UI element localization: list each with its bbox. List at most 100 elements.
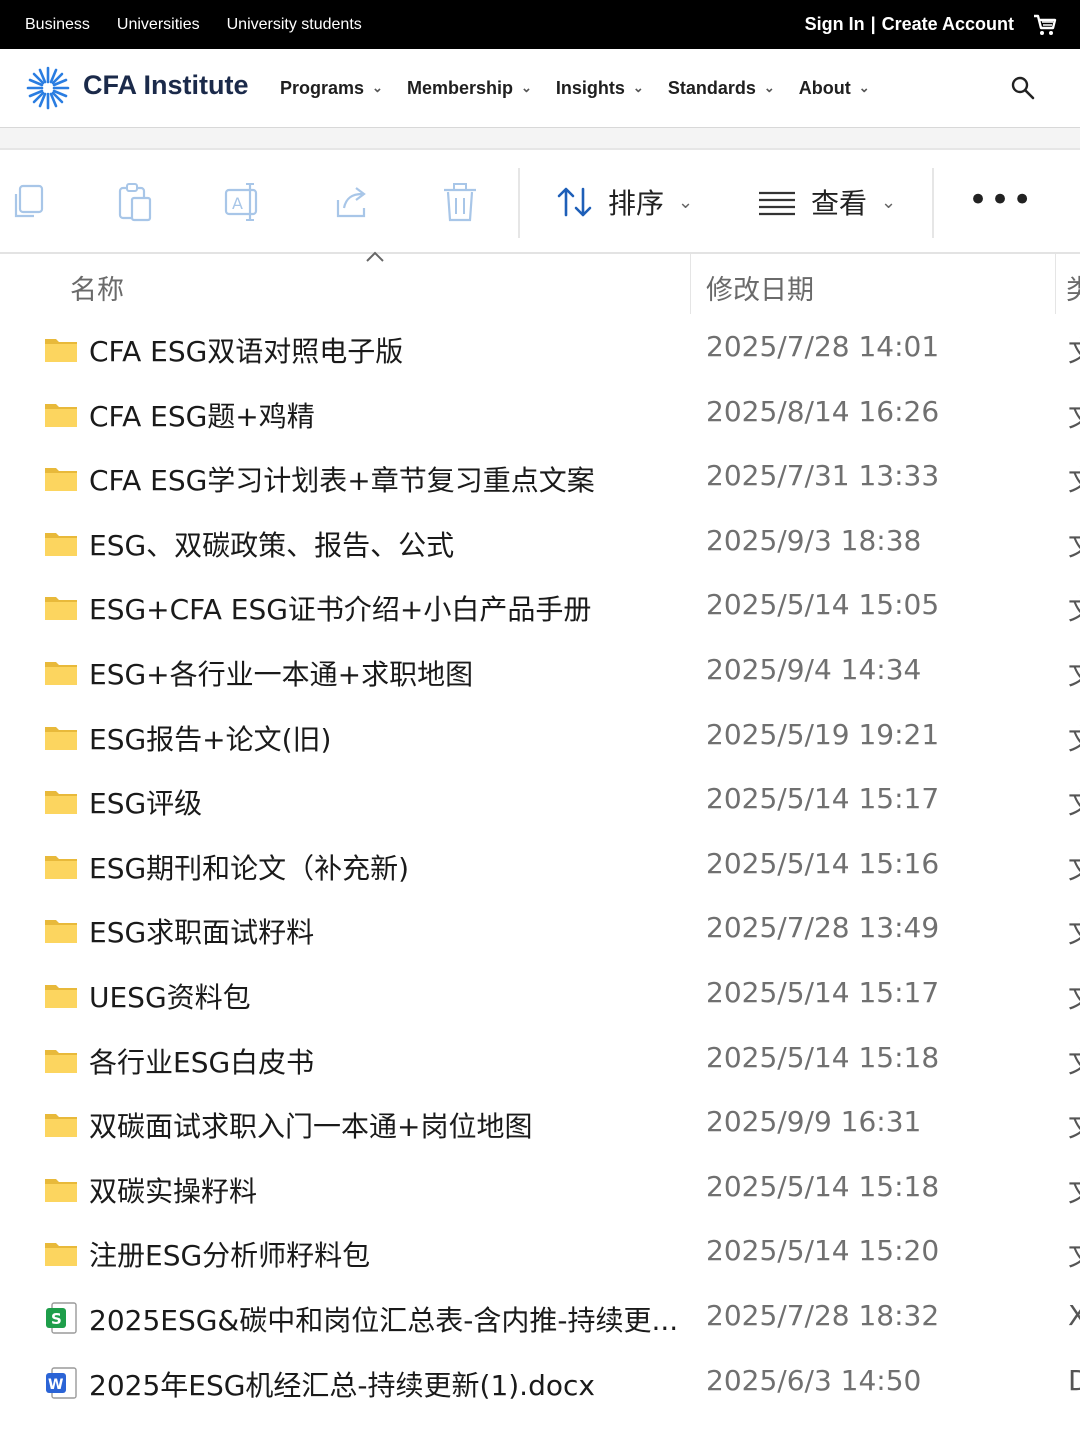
sort-button[interactable]: 排序 ⌄: [556, 178, 693, 226]
brand-name[interactable]: CFA Institute: [83, 70, 249, 101]
column-header-modified[interactable]: 修改日期: [706, 268, 814, 307]
column-header-type[interactable]: 类: [1066, 268, 1080, 307]
file-name: ESG评级: [89, 787, 203, 821]
explorer-toolbar: A 排序 ⌄ 查看 ⌄ •••: [0, 150, 1080, 254]
file-modified-date: 2025/5/14 15:18: [706, 1169, 940, 1203]
file-name: 各行业ESG白皮书: [89, 1045, 315, 1079]
sign-in-link[interactable]: Sign In: [805, 14, 865, 35]
chevron-down-icon: ⌄: [372, 80, 383, 95]
delete-icon[interactable]: [438, 180, 482, 224]
file-name: ESG报告+论文(旧): [89, 722, 332, 756]
file-type: 文: [1068, 1234, 1080, 1274]
file-row[interactable]: ESG+CFA ESG证书介绍+小白产品手册 2025/5/14 15:05 文: [0, 576, 1080, 641]
column-divider[interactable]: [1055, 254, 1056, 314]
file-name: ESG求职面试籽料: [89, 916, 315, 950]
file-row[interactable]: 双碳面试求职入门一本通+岗位地图 2025/9/9 16:31 文: [0, 1093, 1080, 1158]
file-modified-date: 2025/7/31 13:33: [706, 459, 940, 493]
file-name: UESG资料包: [89, 980, 251, 1014]
cart-icon[interactable]: [1032, 12, 1058, 38]
file-type: D: [1068, 1363, 1080, 1397]
menu-insights[interactable]: Insights ⌄: [556, 78, 644, 99]
chevron-down-icon: ⌄: [881, 191, 897, 213]
file-row[interactable]: ESG+各行业一本通+求职地图 2025/9/4 14:34 文: [0, 641, 1080, 706]
file-name: 双碳面试求职入门一本通+岗位地图: [89, 1110, 533, 1144]
menu-about[interactable]: About ⌄: [799, 78, 870, 99]
rename-icon[interactable]: A: [222, 180, 266, 224]
audience-nav: Business Universities University student…: [25, 0, 362, 49]
chevron-down-icon: ⌄: [520, 80, 532, 95]
header-divider: [0, 128, 1080, 150]
file-row[interactable]: CFA ESG学习计划表+章节复习重点文案 2025/7/31 13:33 文: [0, 447, 1080, 512]
file-row[interactable]: CFA ESG题+鸡精 2025/8/14 16:26 文: [0, 383, 1080, 448]
column-header-name[interactable]: 名称: [70, 268, 124, 307]
file-type: 文: [1068, 330, 1080, 370]
file-type: 文: [1068, 524, 1080, 564]
search-icon[interactable]: [1010, 75, 1036, 101]
chevron-down-icon: ⌄: [858, 80, 870, 95]
file-name: 2025ESG&碳中和岗位汇总表-含内推-持续更...: [89, 1303, 679, 1337]
view-list-icon: [759, 191, 795, 216]
account-nav: Sign In | Create Account: [805, 0, 1058, 49]
copy-icon[interactable]: [6, 180, 50, 224]
file-type: 文: [1068, 1105, 1080, 1145]
folder-icon: [45, 468, 77, 492]
file-row[interactable]: S 2025ESG&碳中和岗位汇总表-含内推-持续更... 2025/7/28 18…: [0, 1287, 1080, 1352]
sort-icon: [557, 187, 592, 217]
paste-icon[interactable]: [114, 180, 158, 224]
menu-programs[interactable]: Programs ⌄: [280, 78, 383, 99]
menu-membership[interactable]: Membership ⌄: [407, 78, 532, 99]
nav-link-university-students[interactable]: University students: [227, 16, 362, 34]
svg-text:A: A: [232, 194, 243, 213]
view-button[interactable]: 查看 ⌄: [757, 178, 896, 226]
file-modified-date: 2025/9/9 16:31: [706, 1105, 922, 1139]
toolbar-divider: [932, 168, 934, 238]
file-name: ESG+各行业一本通+求职地图: [89, 657, 474, 691]
file-row[interactable]: ESG评级 2025/5/14 15:17 文: [0, 770, 1080, 835]
file-modified-date: 2025/5/14 15:05: [706, 588, 940, 622]
file-row[interactable]: 注册ESG分析师籽料包 2025/5/14 15:20 文: [0, 1222, 1080, 1287]
file-modified-date: 2025/7/28 13:49: [706, 911, 940, 945]
nav-link-universities[interactable]: Universities: [117, 16, 200, 34]
main-menu: Programs ⌄ Membership ⌄ Insights ⌄ Standard…: [280, 49, 870, 127]
more-options-button[interactable]: •••: [968, 183, 1034, 217]
folder-icon: [45, 791, 77, 815]
file-row[interactable]: ESG求职面试籽料 2025/7/28 13:49 文: [0, 899, 1080, 964]
menu-label: Standards: [667, 77, 756, 98]
menu-label: Programs: [280, 77, 365, 98]
menu-label: About: [798, 77, 851, 98]
file-modified-date: 2025/8/14 16:26: [706, 394, 940, 428]
file-row[interactable]: ESG、双碳政策、报告、公式 2025/9/3 18:38 文: [0, 512, 1080, 577]
create-account-link[interactable]: Create Account: [882, 14, 1014, 35]
column-header-row: 名称 修改日期 类: [0, 251, 1080, 314]
file-name: ESG、双碳政策、报告、公式: [89, 528, 455, 562]
file-row[interactable]: 各行业ESG白皮书 2025/5/14 15:18 文: [0, 1029, 1080, 1094]
folder-icon: [45, 1243, 77, 1267]
file-modified-date: 2025/5/14 15:20: [706, 1234, 940, 1268]
file-row[interactable]: W 2025年ESG机经汇总-持续更新(1).docx 2025/6/3 14:50…: [0, 1352, 1080, 1417]
separator: |: [870, 14, 876, 34]
nav-link-business[interactable]: Business: [25, 16, 90, 34]
file-row[interactable]: CFA ESG双语对照电子版 2025/7/28 14:01 文: [0, 318, 1080, 383]
file-type: X: [1068, 1298, 1080, 1332]
folder-icon: [45, 1114, 77, 1138]
file-row[interactable]: 双碳实操籽料 2025/5/14 15:18 文: [0, 1158, 1080, 1223]
file-name: CFA ESG题+鸡精: [89, 399, 315, 433]
file-row[interactable]: UESG资料包 2025/5/14 15:17 文: [0, 964, 1080, 1029]
file-type: 文: [1068, 395, 1080, 435]
cfa-logo-icon[interactable]: [24, 64, 72, 112]
file-type: 文: [1068, 1041, 1080, 1081]
share-icon[interactable]: [330, 180, 374, 224]
folder-icon: [45, 532, 77, 556]
file-type: 文: [1068, 782, 1080, 822]
word-doc-icon: W: [46, 1366, 77, 1399]
file-row[interactable]: ESG报告+论文(旧) 2025/5/19 19:21 文: [0, 706, 1080, 771]
menu-standards[interactable]: Standards ⌄: [668, 78, 775, 99]
file-modified-date: 2025/7/28 14:01: [706, 330, 940, 363]
folder-icon: [45, 1049, 77, 1073]
file-name: ESG期刊和论文（补充新): [89, 851, 410, 885]
column-divider[interactable]: [690, 254, 691, 314]
menu-label: Membership: [406, 77, 513, 98]
folder-icon: [45, 597, 77, 621]
file-modified-date: 2025/5/14 15:18: [706, 1040, 940, 1074]
file-row[interactable]: ESG期刊和论文（补充新) 2025/5/14 15:16 文: [0, 835, 1080, 900]
